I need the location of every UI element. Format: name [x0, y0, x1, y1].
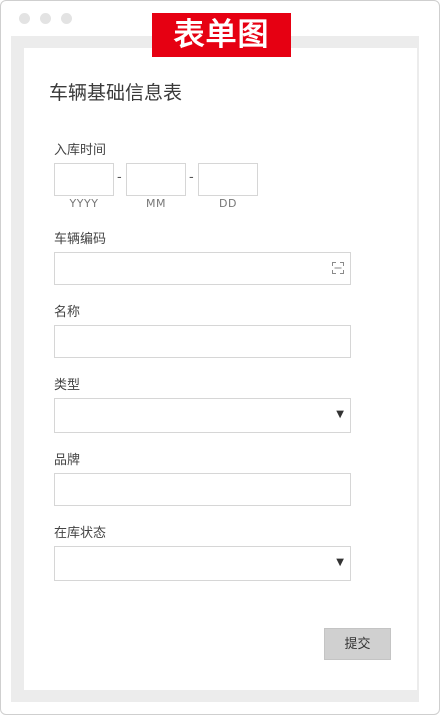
type-label: 类型 [54, 378, 81, 393]
stock-status-select[interactable]: ▼ [54, 546, 351, 581]
month-input[interactable] [126, 163, 186, 196]
entry-time-label: 入库时间 [54, 143, 107, 158]
stock-status-label: 在库状态 [54, 526, 107, 541]
year-input[interactable] [54, 163, 114, 196]
scan-icon[interactable] [332, 262, 344, 274]
date-separator: - [117, 170, 122, 185]
window-dot-3 [61, 13, 72, 24]
vehicle-code-label: 车辆编码 [54, 232, 107, 247]
vehicle-code-input[interactable] [54, 252, 351, 285]
page-banner: 表单图 [152, 13, 291, 57]
brand-input[interactable] [54, 473, 351, 506]
month-hint: MM [146, 197, 166, 210]
day-hint: DD [219, 197, 237, 210]
type-select[interactable]: ▼ [54, 398, 351, 433]
name-input[interactable] [54, 325, 351, 358]
submit-button[interactable]: 提交 [324, 628, 391, 660]
form-title: 车辆基础信息表 [49, 82, 183, 104]
window-dot-1 [19, 13, 30, 24]
dropdown-caret-icon: ▼ [336, 557, 344, 568]
year-hint: YYYY [69, 197, 99, 210]
window-dot-2 [40, 13, 51, 24]
brand-label: 品牌 [54, 453, 81, 468]
name-label: 名称 [54, 305, 81, 320]
date-separator: - [189, 170, 194, 185]
dropdown-caret-icon: ▼ [336, 409, 344, 420]
day-input[interactable] [198, 163, 258, 196]
